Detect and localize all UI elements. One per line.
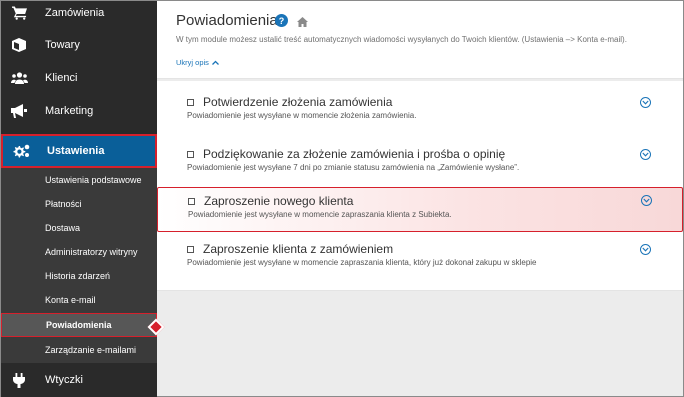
sidebar-item-label: Wtyczki bbox=[45, 374, 83, 386]
box-icon bbox=[10, 36, 28, 54]
notification-subtitle: Powiadomienie jest wysyłane w momencie z… bbox=[187, 111, 417, 120]
submenu-item-label: Płatności bbox=[45, 199, 82, 209]
notification-item-highlighted[interactable]: Zaproszenie nowego klienta Powiadomienie… bbox=[157, 187, 683, 232]
page-header: Powiadomienia ? W tym module możesz usta… bbox=[157, 1, 683, 79]
users-icon bbox=[10, 69, 28, 87]
cart-icon bbox=[10, 4, 28, 22]
expand-icon[interactable] bbox=[640, 244, 651, 255]
expand-icon[interactable] bbox=[640, 97, 651, 108]
notification-item[interactable]: Potwierdzenie złożenia zamówienia Powiad… bbox=[157, 91, 683, 137]
notification-item[interactable]: Podziękowanie za złożenie zamówienia i p… bbox=[157, 143, 683, 189]
page-title: Powiadomienia bbox=[176, 12, 278, 29]
submenu-item-basic-settings[interactable]: Ustawienia podstawowe bbox=[1, 168, 157, 192]
submenu-item-label: Konta e-mail bbox=[45, 295, 96, 305]
sidebar-item-label: Klienci bbox=[45, 72, 78, 84]
submenu-item-notifications[interactable]: Powiadomienia bbox=[1, 313, 157, 337]
notification-subtitle: Powiadomienie jest wysyłane w momencie z… bbox=[188, 210, 452, 219]
help-icon[interactable]: ? bbox=[275, 14, 288, 27]
submenu-item-payments[interactable]: Płatności bbox=[1, 192, 157, 216]
plug-icon bbox=[10, 371, 28, 389]
submenu-item-administrators[interactable]: Administratorzy witryny bbox=[1, 240, 157, 264]
notification-subtitle: Powiadomienie jest wysyłane 7 dni po zmi… bbox=[187, 163, 520, 172]
notification-subtitle: Powiadomienie jest wysyłane w momencie z… bbox=[187, 258, 537, 267]
expand-icon[interactable] bbox=[641, 195, 652, 206]
notification-title: Potwierdzenie złożenia zamówienia bbox=[203, 95, 393, 109]
sidebar-item-settings[interactable]: Ustawienia bbox=[1, 134, 157, 168]
settings-submenu: Ustawienia podstawowe Płatności Dostawa … bbox=[1, 168, 157, 363]
submenu-item-label: Zarządzanie e-mailami bbox=[45, 345, 137, 355]
sidebar: Zamówienia Towary Klienci Marketing Usta… bbox=[1, 1, 157, 397]
submenu-item-label: Administratorzy witryny bbox=[45, 247, 138, 257]
submenu-item-delivery[interactable]: Dostawa bbox=[1, 216, 157, 240]
submenu-item-label: Historia zdarzeń bbox=[45, 271, 111, 281]
notification-checkbox[interactable] bbox=[187, 246, 194, 253]
page-description: W tym module możesz ustalić treść automa… bbox=[176, 35, 627, 44]
sidebar-item-orders[interactable]: Zamówienia bbox=[1, 0, 157, 30]
notification-title: Zaproszenie klienta z zamówieniem bbox=[203, 242, 394, 256]
home-icon[interactable] bbox=[297, 14, 308, 27]
notification-title: Podziękowanie za złożenie zamówienia i p… bbox=[203, 147, 506, 161]
sidebar-item-label: Towary bbox=[45, 39, 80, 51]
hide-description-label: Ukryj opis bbox=[176, 58, 209, 67]
sidebar-item-clients[interactable]: Klienci bbox=[1, 61, 157, 95]
submenu-item-label: Powiadomienia bbox=[46, 320, 112, 330]
sidebar-item-label: Ustawienia bbox=[47, 145, 105, 157]
gears-icon bbox=[12, 142, 30, 160]
main-content: Powiadomienia ? W tym module możesz usta… bbox=[157, 1, 684, 397]
megaphone-icon bbox=[10, 102, 28, 120]
sidebar-item-marketing[interactable]: Marketing bbox=[1, 94, 157, 128]
submenu-item-email-management[interactable]: Zarządzanie e-mailami bbox=[1, 338, 157, 362]
notification-checkbox[interactable] bbox=[187, 99, 194, 106]
expand-icon[interactable] bbox=[640, 149, 651, 160]
hide-description-link[interactable]: Ukryj opis bbox=[176, 58, 219, 67]
notification-checkbox[interactable] bbox=[187, 151, 194, 158]
sidebar-item-label: Marketing bbox=[45, 105, 94, 117]
chevron-up-icon bbox=[212, 60, 219, 65]
notifications-list: Potwierdzenie złożenia zamówienia Powiad… bbox=[157, 81, 683, 291]
notification-title: Zaproszenie nowego klienta bbox=[204, 194, 354, 208]
sidebar-item-plugins[interactable]: Wtyczki bbox=[1, 363, 157, 397]
notification-item[interactable]: Zaproszenie klienta z zamówieniem Powiad… bbox=[157, 238, 683, 284]
submenu-item-email-accounts[interactable]: Konta e-mail bbox=[1, 288, 157, 312]
sidebar-item-products[interactable]: Towary bbox=[1, 28, 157, 62]
submenu-item-event-history[interactable]: Historia zdarzeń bbox=[1, 264, 157, 288]
submenu-item-label: Dostawa bbox=[45, 223, 81, 233]
submenu-item-label: Ustawienia podstawowe bbox=[45, 175, 142, 185]
sidebar-item-label: Zamówienia bbox=[45, 7, 105, 19]
notification-checkbox[interactable] bbox=[188, 198, 195, 205]
